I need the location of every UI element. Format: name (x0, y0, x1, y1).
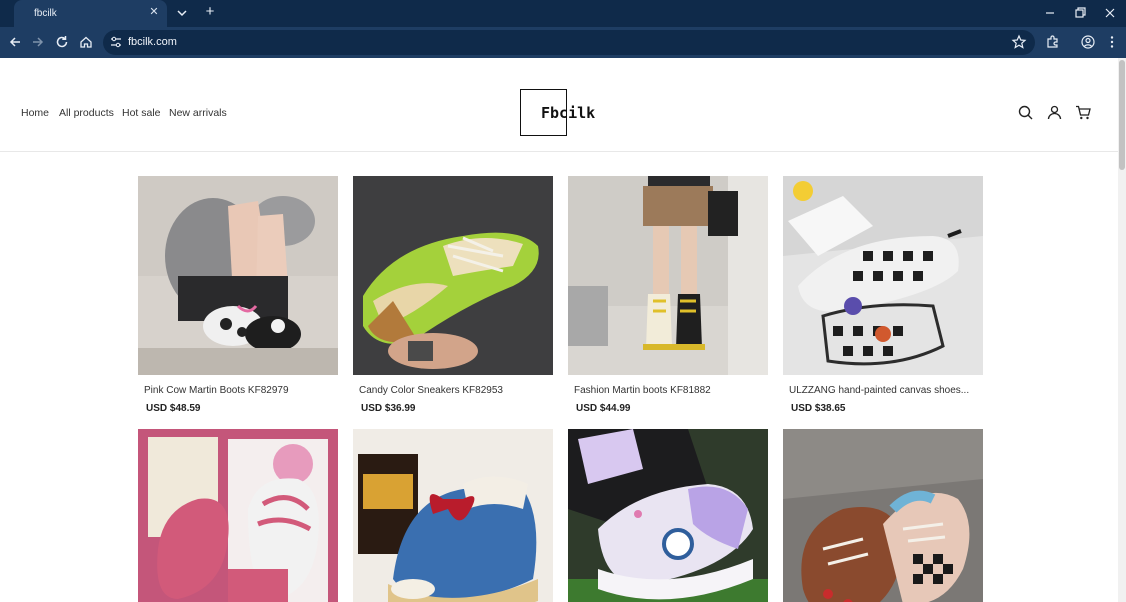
page-viewport: Home All products Hot sale New arrivals … (0, 58, 1118, 602)
product-image[interactable] (568, 429, 768, 602)
product-name[interactable]: Candy Color Sneakers KF82953 (359, 385, 503, 396)
page-scrollbar[interactable] (1118, 58, 1126, 602)
product-image[interactable] (138, 176, 338, 375)
product-name[interactable]: Fashion Martin boots KF81882 (574, 385, 711, 396)
extensions-icon[interactable] (1045, 34, 1061, 50)
nav-new-arrivals[interactable]: New arrivals (169, 107, 227, 119)
browser-tab[interactable]: fbcilk ✕ (14, 0, 167, 27)
url-text[interactable]: fbcilk.com (128, 36, 177, 48)
minimize-icon[interactable] (1042, 5, 1058, 21)
product-price: USD $38.65 (791, 403, 846, 414)
address-bar[interactable]: fbcilk.com (103, 30, 1035, 55)
nav-home[interactable]: Home (21, 107, 49, 119)
account-icon[interactable] (1046, 104, 1063, 121)
forward-icon[interactable] (30, 34, 46, 50)
cart-icon[interactable] (1075, 104, 1092, 121)
reload-icon[interactable] (54, 34, 70, 50)
scrollbar-thumb[interactable] (1119, 60, 1125, 170)
more-menu-icon[interactable] (1104, 34, 1120, 50)
product-name[interactable]: Pink Cow Martin Boots KF82979 (144, 385, 289, 396)
chevron-down-icon[interactable] (175, 6, 189, 20)
product-price: USD $48.59 (146, 403, 201, 414)
profile-icon[interactable] (1080, 34, 1096, 50)
back-icon[interactable] (7, 34, 23, 50)
product-image[interactable] (353, 429, 553, 602)
nav-all-products[interactable]: All products (59, 107, 114, 119)
site-settings-icon[interactable] (109, 35, 123, 49)
product-price: USD $36.99 (361, 403, 416, 414)
nav-hot-sale[interactable]: Hot sale (122, 107, 161, 119)
new-tab-icon[interactable]: + (202, 4, 218, 20)
bookmark-star-icon[interactable] (1011, 34, 1027, 50)
window-close-icon[interactable] (1102, 5, 1118, 21)
product-name[interactable]: ULZZANG hand-painted canvas shoes... (789, 385, 969, 396)
product-image[interactable] (138, 429, 338, 602)
browser-toolbar: fbcilk.com (0, 27, 1126, 58)
product-image[interactable] (568, 176, 768, 375)
product-price: USD $44.99 (576, 403, 631, 414)
search-icon[interactable] (1017, 104, 1034, 121)
close-icon[interactable]: ✕ (147, 5, 161, 19)
product-image[interactable] (353, 176, 553, 375)
site-header: Home All products Hot sale New arrivals … (0, 58, 1118, 152)
browser-tab-bar: fbcilk ✕ + (0, 0, 1126, 27)
product-image[interactable] (783, 176, 983, 375)
product-image[interactable] (783, 429, 983, 602)
restore-icon[interactable] (1072, 5, 1088, 21)
tab-title: fbcilk (34, 8, 57, 19)
logo-text: Fbcilk (541, 104, 596, 122)
home-icon[interactable] (78, 34, 94, 50)
